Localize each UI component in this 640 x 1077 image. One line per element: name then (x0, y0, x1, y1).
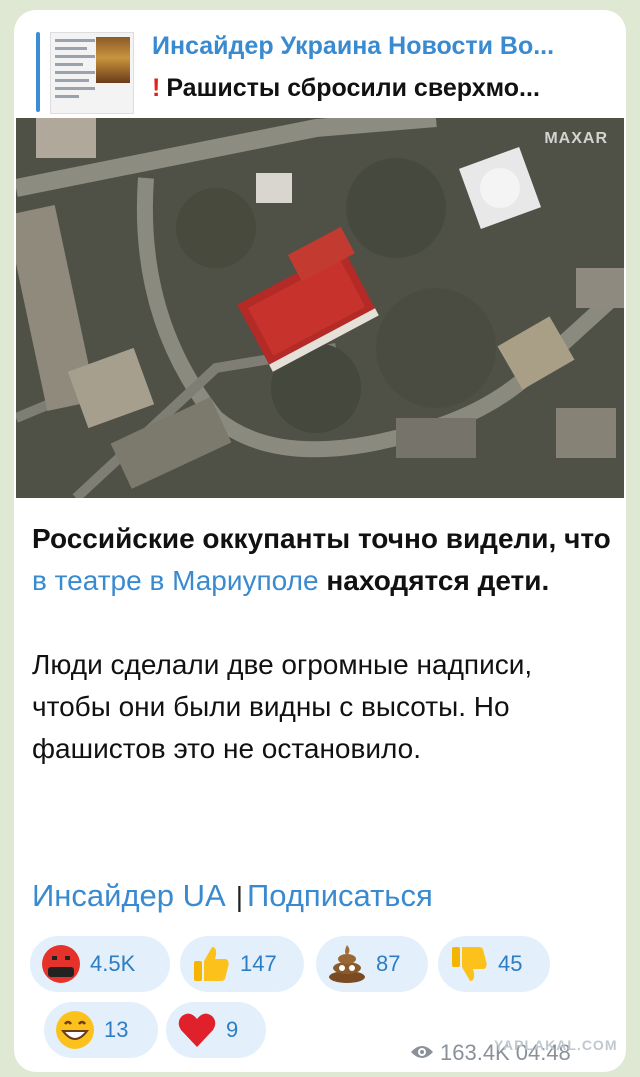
message-inline-link[interactable]: в театре в Мариуполе (32, 565, 319, 596)
reply-thumbnail (50, 32, 134, 114)
satellite-photo[interactable]: MAXAR (16, 118, 624, 498)
angry-face-icon (40, 943, 82, 985)
site-watermark: YAPLAKAL.COM (494, 1037, 618, 1053)
reaction-heart[interactable]: 9 (166, 1002, 266, 1058)
reaction-angry[interactable]: 4.5K (30, 936, 170, 992)
reaction-count: 45 (498, 951, 523, 976)
reply-quoted-text-row: ! Рашисты сбросили сверхмо... (152, 74, 622, 103)
message-bold-part-b: находятся дети. (318, 565, 550, 596)
message-paragraph-2: Люди сделали две огромные надписи, чтобы… (32, 649, 533, 764)
reaction-count: 87 (376, 951, 401, 976)
reaction-count: 9 (226, 1017, 239, 1042)
grin-face-icon (54, 1009, 96, 1051)
reaction-thumbs-down[interactable]: 45 (438, 936, 550, 992)
subscribe-link[interactable]: Подписаться (247, 878, 433, 913)
message-paragraph-1: Российские оккупанты точно видели, что в… (32, 518, 612, 602)
reply-accent-bar (36, 32, 40, 112)
message-card: Инсайдер Украина Новости Во... ! Рашисты … (14, 10, 626, 1072)
link-separator: | (235, 881, 243, 912)
reply-quoted-text: Рашисты сбросили сверхмо... (166, 74, 540, 102)
message-bold-part-a: Российские оккупанты точно видели, что (32, 523, 611, 554)
image-watermark: MAXAR (544, 130, 608, 147)
satellite-image (16, 118, 624, 498)
reply-channel-title: Инсайдер Украина Новости Во... (152, 32, 555, 60)
thumbs-down-icon (448, 943, 490, 985)
message-text: Российские оккупанты точно видели, что в… (32, 518, 612, 770)
eye-icon (410, 1040, 434, 1066)
heart-icon (176, 1009, 218, 1051)
thumbs-up-icon (190, 943, 232, 985)
reaction-count: 13 (104, 1017, 129, 1042)
exclamation-icon: ! (152, 74, 161, 102)
poop-icon (326, 943, 368, 985)
channel-link[interactable]: Инсайдер UA (32, 878, 226, 913)
reaction-thumbs-up[interactable]: 147 (180, 936, 304, 992)
reaction-poop[interactable]: 87 (316, 936, 428, 992)
reply-preview[interactable]: Инсайдер Украина Новости Во... ! Рашисты … (36, 28, 616, 120)
reaction-grin[interactable]: 13 (44, 1002, 158, 1058)
reaction-count: 147 (240, 951, 277, 976)
reaction-count: 4.5K (90, 951, 136, 976)
footer-links: Инсайдер UA | Подписаться (32, 878, 433, 914)
